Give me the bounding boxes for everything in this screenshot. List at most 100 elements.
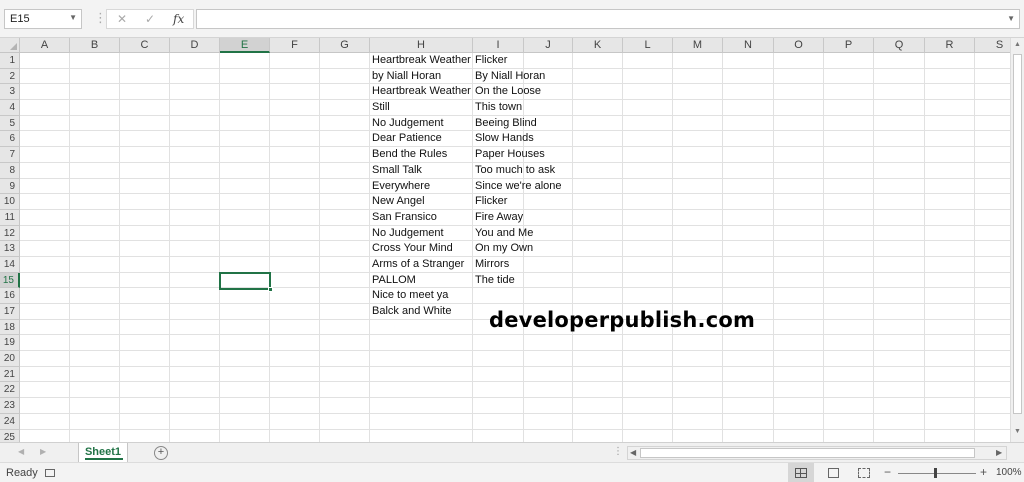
cell-r16[interactable]: [925, 288, 975, 304]
cell-m21[interactable]: [673, 366, 723, 383]
cell-e8[interactable]: [220, 162, 270, 179]
cell-j16[interactable]: [524, 288, 573, 304]
cell-q3[interactable]: [874, 84, 925, 101]
cell-l23[interactable]: [623, 398, 673, 414]
cell-n9[interactable]: [723, 178, 774, 195]
cell-a21[interactable]: [20, 366, 70, 383]
row-header-10[interactable]: 10: [0, 194, 20, 210]
cell-k13[interactable]: [573, 241, 623, 257]
cell-p2[interactable]: [824, 68, 874, 85]
cell-n22[interactable]: [723, 382, 774, 399]
cell-f23[interactable]: [270, 398, 320, 414]
cell-i7[interactable]: Paper Houses: [473, 147, 545, 163]
column-header-n[interactable]: N: [723, 38, 774, 53]
cell-c16[interactable]: [120, 288, 170, 304]
cell-o1[interactable]: [774, 53, 824, 69]
cell-b19[interactable]: [70, 335, 120, 352]
cell-j2[interactable]: [524, 68, 573, 85]
cell-i16[interactable]: [473, 288, 524, 304]
cell-c23[interactable]: [120, 398, 170, 414]
cell-g3[interactable]: [320, 84, 370, 101]
cell-d10[interactable]: [170, 194, 220, 210]
cell-k11[interactable]: [573, 209, 623, 226]
cell-q22[interactable]: [874, 382, 925, 399]
cell-j6[interactable]: [524, 131, 573, 148]
cell-g22[interactable]: [320, 382, 370, 399]
cell-m15[interactable]: [673, 272, 723, 289]
row-header-12[interactable]: 12: [0, 225, 20, 242]
vertical-scroll-thumb[interactable]: [1013, 54, 1022, 414]
cell-f8[interactable]: [270, 162, 320, 179]
cell-n2[interactable]: [723, 68, 774, 85]
cell-l20[interactable]: [623, 351, 673, 367]
cell-q5[interactable]: [874, 115, 925, 132]
cell-i25[interactable]: [473, 429, 524, 442]
cell-m14[interactable]: [673, 256, 723, 273]
cell-b16[interactable]: [70, 288, 120, 304]
cell-o22[interactable]: [774, 382, 824, 399]
cell-o24[interactable]: [774, 413, 824, 430]
cell-i22[interactable]: [473, 382, 524, 399]
cell-n21[interactable]: [723, 366, 774, 383]
cell-a7[interactable]: [20, 147, 70, 163]
cell-h12[interactable]: No Judgement: [370, 225, 473, 242]
horizontal-scroll-thumb[interactable]: [640, 448, 975, 458]
cell-i3[interactable]: On the Loose: [473, 84, 541, 101]
cell-o9[interactable]: [774, 178, 824, 195]
column-header-q[interactable]: Q: [874, 38, 925, 53]
zoom-out-button[interactable]: −: [884, 465, 891, 479]
cell-l8[interactable]: [623, 162, 673, 179]
cell-o5[interactable]: [774, 115, 824, 132]
cell-f17[interactable]: [270, 304, 320, 320]
cell-q6[interactable]: [874, 131, 925, 148]
row-header-5[interactable]: 5: [0, 115, 20, 132]
cell-o19[interactable]: [774, 335, 824, 352]
cell-g12[interactable]: [320, 225, 370, 242]
cell-b13[interactable]: [70, 241, 120, 257]
cell-o2[interactable]: [774, 68, 824, 85]
cell-k7[interactable]: [573, 147, 623, 163]
cell-b3[interactable]: [70, 84, 120, 101]
cell-k4[interactable]: [573, 100, 623, 116]
cell-q18[interactable]: [874, 319, 925, 336]
cell-h14[interactable]: Arms of a Stranger: [370, 256, 473, 273]
cell-c10[interactable]: [120, 194, 170, 210]
cell-e16[interactable]: [220, 288, 270, 304]
cell-r9[interactable]: [925, 178, 975, 195]
cell-c6[interactable]: [120, 131, 170, 148]
cell-e22[interactable]: [220, 382, 270, 399]
page-break-view-icon[interactable]: [858, 468, 870, 478]
cell-e17[interactable]: [220, 304, 270, 320]
cell-j13[interactable]: [524, 241, 573, 257]
cell-p23[interactable]: [824, 398, 874, 414]
cell-l19[interactable]: [623, 335, 673, 352]
cell-n5[interactable]: [723, 115, 774, 132]
cell-e25[interactable]: [220, 429, 270, 442]
cell-c18[interactable]: [120, 319, 170, 336]
cell-e24[interactable]: [220, 413, 270, 430]
cell-q1[interactable]: [874, 53, 925, 69]
cell-f21[interactable]: [270, 366, 320, 383]
cell-g23[interactable]: [320, 398, 370, 414]
cell-h10[interactable]: New Angel: [370, 194, 473, 210]
cell-j1[interactable]: [524, 53, 573, 69]
zoom-slider-thumb[interactable]: [933, 468, 937, 478]
cell-r21[interactable]: [925, 366, 975, 383]
cell-h5[interactable]: No Judgement: [370, 115, 473, 132]
cell-f18[interactable]: [270, 319, 320, 336]
row-header-14[interactable]: 14: [0, 256, 20, 273]
cell-o21[interactable]: [774, 366, 824, 383]
cell-f14[interactable]: [270, 256, 320, 273]
cell-m22[interactable]: [673, 382, 723, 399]
cell-n19[interactable]: [723, 335, 774, 352]
cell-h19[interactable]: [370, 335, 473, 352]
cell-j11[interactable]: [524, 209, 573, 226]
cell-b17[interactable]: [70, 304, 120, 320]
row-header-9[interactable]: 9: [0, 178, 20, 195]
cell-b24[interactable]: [70, 413, 120, 430]
cell-l4[interactable]: [623, 100, 673, 116]
cell-o3[interactable]: [774, 84, 824, 101]
cell-k25[interactable]: [573, 429, 623, 442]
cell-q12[interactable]: [874, 225, 925, 242]
cell-h24[interactable]: [370, 413, 473, 430]
